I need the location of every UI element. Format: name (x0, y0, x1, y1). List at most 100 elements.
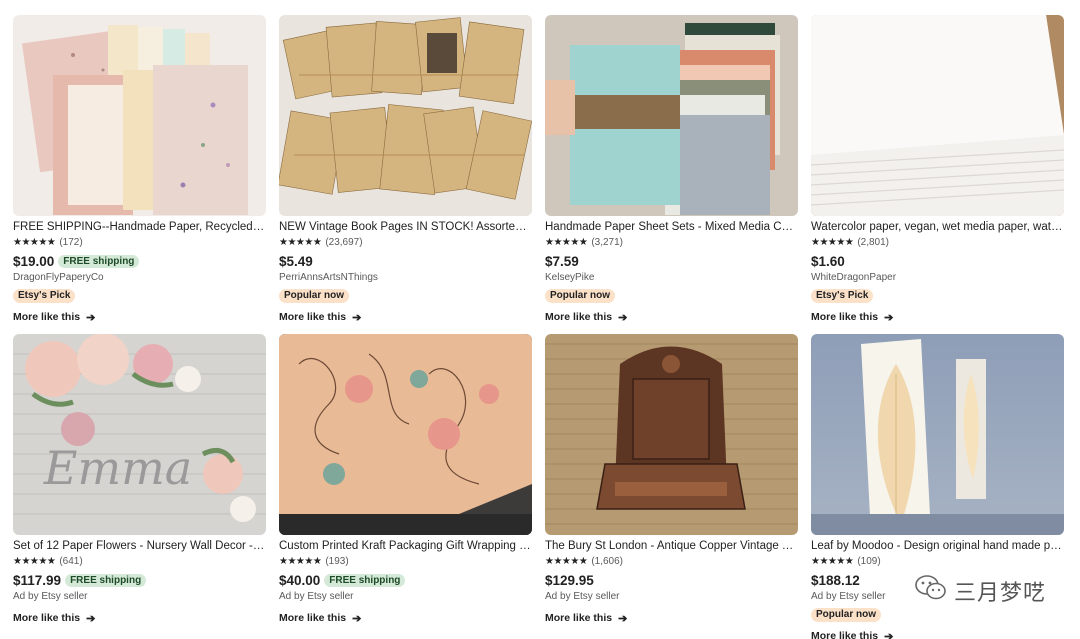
price: $1.60 (811, 253, 845, 269)
listing-title[interactable]: NEW Vintage Book Pages IN STOCK! Assorte… (279, 220, 532, 234)
listing-card[interactable]: NEW Vintage Book Pages IN STOCK! Assorte… (279, 15, 532, 324)
listing-image[interactable] (811, 15, 1064, 216)
more-like-this-link[interactable]: More like this ➔ (13, 310, 266, 324)
price: $19.00 (13, 253, 55, 269)
listing-title[interactable]: FREE SHIPPING--Handmade Paper, Recycled … (13, 220, 266, 234)
ad-label: Ad by Etsy seller (545, 591, 620, 602)
popular-now-badge: Popular now (279, 289, 349, 303)
listing-card[interactable]: Custom Printed Kraft Packaging Gift Wrap… (279, 334, 532, 639)
price: $7.59 (545, 253, 579, 269)
arrow-right-icon: ➔ (352, 612, 362, 625)
rating: ★★★★★ (3,271) (545, 235, 798, 249)
listing-title[interactable]: Leaf by Moodoo - Design original hand ma… (811, 539, 1064, 553)
star-rating-icon: ★★★★★ (279, 555, 322, 567)
rating: ★★★★★ (109) (811, 554, 1064, 568)
review-count: (641) (59, 555, 83, 567)
arrow-right-icon: ➔ (86, 311, 96, 324)
listing-image[interactable] (279, 334, 532, 535)
arrow-right-icon: ➔ (884, 630, 894, 639)
more-like-this-link[interactable]: More like this ➔ (811, 629, 1064, 639)
star-rating-icon: ★★★★★ (811, 236, 854, 248)
listing-title[interactable]: Set of 12 Paper Flowers - Nursery Wall D… (13, 539, 266, 553)
more-like-this-link[interactable]: More like this ➔ (13, 611, 266, 625)
star-rating-icon: ★★★★★ (811, 555, 854, 567)
listing-title[interactable]: Custom Printed Kraft Packaging Gift Wrap… (279, 539, 532, 553)
rating: ★★★★★ (193) (279, 554, 532, 568)
price-line: $1.60 (811, 251, 1064, 271)
listing-image[interactable] (13, 15, 266, 216)
star-rating-icon: ★★★★★ (13, 555, 56, 567)
price-line: $117.99 FREE shipping (13, 570, 266, 590)
review-count: (172) (59, 236, 83, 248)
price-line: $40.00 FREE shipping (279, 570, 532, 590)
listing-image[interactable]: Emma (13, 334, 266, 535)
rating: ★★★★★ (2,801) (811, 235, 1064, 249)
star-rating-icon: ★★★★★ (279, 236, 322, 248)
listing-title[interactable]: Handmade Paper Sheet Sets - Mixed Media … (545, 220, 798, 234)
more-like-this-link[interactable]: More like this ➔ (545, 310, 798, 324)
price: $117.99 (13, 572, 62, 588)
popular-now-badge: Popular now (811, 608, 881, 622)
popular-now-badge: Popular now (545, 289, 615, 303)
listing-card[interactable]: Emma Set of 12 Paper Flowers - Nursery W… (13, 334, 266, 639)
listing-row: FREE SHIPPING--Handmade Paper, Recycled … (13, 15, 1064, 324)
listing-title[interactable]: The Bury St London - Antique Copper Vint… (545, 539, 798, 553)
more-like-this-link[interactable]: More like this ➔ (279, 611, 532, 625)
more-like-this-label: More like this (811, 311, 879, 323)
price-line: $5.49 (279, 251, 532, 271)
listing-card[interactable]: The Bury St London - Antique Copper Vint… (545, 334, 798, 639)
seller-name: PerriAnnsArtsNThings (279, 272, 378, 283)
listing-title[interactable]: Watercolor paper, vegan, wet media paper… (811, 220, 1064, 234)
more-like-this-link[interactable]: More like this ➔ (545, 611, 798, 625)
star-rating-icon: ★★★★★ (13, 236, 56, 248)
more-like-this-label: More like this (13, 612, 81, 624)
more-like-this-label: More like this (545, 311, 613, 323)
watermark-text: 三月梦呓 (953, 580, 1046, 606)
free-shipping-badge: FREE shipping (65, 573, 147, 587)
arrow-right-icon: ➔ (618, 612, 628, 625)
etsys-pick-badge: Etsy's Pick (811, 289, 874, 303)
listing-row: Emma Set of 12 Paper Flowers - Nursery W… (13, 334, 1064, 639)
ad-label: Ad by Etsy seller (13, 591, 88, 602)
arrow-right-icon: ➔ (86, 612, 96, 625)
rating: ★★★★★ (641) (13, 554, 266, 568)
more-like-this-label: More like this (279, 311, 347, 323)
review-count: (2,801) (857, 236, 890, 248)
star-rating-icon: ★★★★★ (545, 236, 588, 248)
free-shipping-badge: FREE shipping (58, 254, 140, 268)
listing-image[interactable] (279, 15, 532, 216)
more-like-this-label: More like this (13, 311, 81, 323)
wechat-icon (914, 574, 948, 607)
arrow-right-icon: ➔ (352, 311, 362, 324)
arrow-right-icon: ➔ (618, 311, 628, 324)
listing-card[interactable]: Handmade Paper Sheet Sets - Mixed Media … (545, 15, 798, 324)
listing-card[interactable]: FREE SHIPPING--Handmade Paper, Recycled … (13, 15, 266, 324)
price-line: $129.95 (545, 570, 798, 590)
review-count: (23,697) (325, 236, 363, 248)
more-like-this-label: More like this (545, 612, 613, 624)
star-rating-icon: ★★★★★ (545, 555, 588, 567)
free-shipping-badge: FREE shipping (324, 573, 406, 587)
review-count: (3,271) (591, 236, 624, 248)
price: $129.95 (545, 572, 594, 588)
seller-name: KelseyPike (545, 272, 595, 283)
seller-name: DragonFlyPaperyCo (13, 272, 104, 283)
price: $40.00 (279, 572, 321, 588)
more-like-this-link[interactable]: More like this ➔ (811, 310, 1064, 324)
rating: ★★★★★ (1,606) (545, 554, 798, 568)
watermark: 三月梦呓 (914, 574, 1046, 607)
price-line: $19.00 FREE shipping (13, 251, 266, 271)
rating: ★★★★★ (172) (13, 235, 266, 249)
listing-image[interactable] (545, 334, 798, 535)
more-like-this-link[interactable]: More like this ➔ (279, 310, 532, 324)
etsys-pick-badge: Etsy's Pick (13, 289, 76, 303)
more-like-this-label: More like this (279, 612, 347, 624)
listing-card[interactable]: Watercolor paper, vegan, wet media paper… (811, 15, 1064, 324)
listing-image[interactable] (545, 15, 798, 216)
ad-label: Ad by Etsy seller (279, 591, 354, 602)
review-count: (109) (857, 555, 881, 567)
review-count: (1,606) (591, 555, 624, 567)
listing-image[interactable] (811, 334, 1064, 535)
sign-text: Emma (43, 441, 192, 495)
price: $188.12 (811, 572, 860, 588)
